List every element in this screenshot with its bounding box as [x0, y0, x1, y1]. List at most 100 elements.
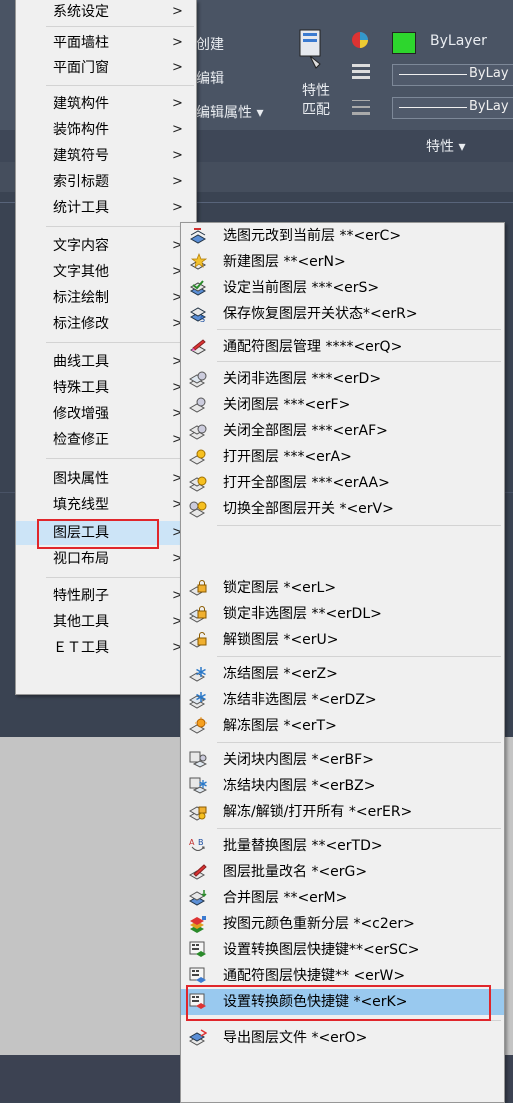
menu-item-label: 统计工具	[53, 200, 109, 216]
menu-item-index-title[interactable]: 索引标题 >	[16, 170, 196, 194]
layer-freeze-icon	[189, 667, 206, 682]
submenu-divider	[217, 329, 501, 330]
submenu-item-all-layers-on[interactable]: 打开全部图层 ***<erAA>	[181, 470, 504, 496]
submenu-item-label: 关闭全部图层 ***<erAF>	[223, 423, 388, 439]
submenu-item-layer-on[interactable]: 打开图层 ***<erA>	[181, 444, 504, 470]
chevron-right-icon: >	[172, 148, 183, 163]
layer-tools-submenu: 选图元改到当前层 **<erC> 新建图层 **<erN> 设定当前图层 ***…	[180, 222, 505, 1103]
submenu-item-label: 设置转换颜色快捷键 *<erK>	[223, 994, 408, 1010]
submenu-item-unlock-layer[interactable]: 解锁图层 *<erU>	[181, 627, 504, 653]
submenu-item-freeze-unselected-layers[interactable]: 冻结非选图层 *<erDZ>	[181, 687, 504, 713]
color-swatch[interactable]	[392, 32, 416, 54]
color-shortcut-icon	[189, 993, 206, 1009]
block-layer-off-icon	[189, 751, 207, 768]
submenu-item-thaw-layer[interactable]: 解冻图层 *<erT>	[181, 713, 504, 739]
submenu-divider	[217, 525, 501, 526]
submenu-item-layer-off[interactable]: 关闭图层 ***<erF>	[181, 392, 504, 418]
submenu-item-toggle-all-layers[interactable]: 切换全部图层开关 *<erV>	[181, 496, 504, 522]
layer-off-all-icon	[189, 424, 207, 440]
menu-item-system-settings[interactable]: 系统设定 >	[16, 0, 196, 24]
ribbon-properties-panel-title[interactable]: 特性 ▾	[426, 136, 465, 156]
chevron-right-icon: >	[172, 35, 183, 50]
new-layer-icon	[189, 253, 207, 270]
menu-item-dimension-draw[interactable]: 标注绘制 >	[16, 286, 196, 310]
submenu-item-set-current-layer[interactable]: 设定当前图层 ***<erS>	[181, 275, 504, 301]
submenu-item-move-to-current-layer[interactable]: 选图元改到当前层 **<erC>	[181, 223, 504, 249]
menu-item-property-brush[interactable]: 特性刷子 >	[16, 584, 196, 608]
menu-item-check-fix[interactable]: 检查修正 >	[16, 428, 196, 452]
submenu-item-off-unselected-layers[interactable]: 关闭非选图层 ***<erD>	[181, 366, 504, 392]
svg-text:B: B	[198, 838, 204, 847]
chevron-right-icon: >	[172, 96, 183, 111]
menu-divider	[46, 577, 194, 578]
menu-item-other-tools[interactable]: 其他工具 >	[16, 610, 196, 634]
submenu-item-label: 打开图层 ***<erA>	[223, 449, 352, 465]
menu-item-modify-enhance[interactable]: 修改增强 >	[16, 402, 196, 426]
menu-item-text-other[interactable]: 文字其他 >	[16, 260, 196, 284]
menu-divider	[46, 226, 194, 227]
menu-item-hatch-linetype[interactable]: 填充线型 >	[16, 493, 196, 517]
submenu-item-batch-rename-layer[interactable]: 图层批量改名 *<erG>	[181, 859, 504, 885]
submenu-item-layer-shortcut[interactable]: 设置转换图层快捷键**<erSC>	[181, 937, 504, 963]
menu-item-layer-tools[interactable]: 图层工具 >	[16, 521, 196, 545]
submenu-item-batch-replace-layer[interactable]: AB 批量替换图层 **<erTD>	[181, 833, 504, 859]
menu-item-wall-column[interactable]: 平面墙柱 >	[16, 31, 196, 55]
menu-item-label: 其他工具	[53, 614, 109, 630]
ribbon-edit[interactable]: 编辑	[196, 68, 224, 88]
submenu-item-new-layer[interactable]: 新建图层 **<erN>	[181, 249, 504, 275]
menu-item-block-attributes[interactable]: 图块属性 >	[16, 467, 196, 491]
submenu-divider	[217, 1020, 501, 1021]
submenu-item-freeze-layer[interactable]: 冻结图层 *<erZ>	[181, 661, 504, 687]
svg-text:A: A	[189, 838, 195, 847]
submenu-item-wildcard-layer-manager[interactable]: 通配符图层管理 ****<erQ>	[181, 334, 504, 360]
ribbon-properties[interactable]: 特性	[302, 80, 330, 100]
lineweight-dropdown[interactable]: ByLay	[392, 97, 513, 119]
submenu-item-thaw-unlock-on-all[interactable]: 解冻/解锁/打开所有 *<erER>	[181, 799, 504, 825]
submenu-item-off-block-layers[interactable]: 关闭块内图层 *<erBF>	[181, 747, 504, 773]
match-properties-icon[interactable]	[298, 28, 328, 72]
submenu-item-wildcard-shortcut[interactable]: 通配符图层快捷键** <erW>	[181, 963, 504, 989]
layer-lock-others-icon	[189, 606, 207, 623]
submenu-item-export-layer-file[interactable]: 导出图层文件 *<erO>	[181, 1025, 504, 1051]
submenu-item-label: 导出图层文件 *<erO>	[223, 1030, 368, 1046]
menu-item-text-content[interactable]: 文字内容 >	[16, 234, 196, 258]
submenu-item-merge-layer[interactable]: 合并图层 **<erM>	[181, 885, 504, 911]
menu-item-decoration-component[interactable]: 装饰构件 >	[16, 118, 196, 142]
menu-item-statistics[interactable]: 统计工具 >	[16, 196, 196, 220]
ribbon-match[interactable]: 匹配	[302, 99, 330, 119]
ribbon-create[interactable]: 创建	[196, 34, 224, 54]
color-wheel-icon	[352, 32, 368, 48]
menu-item-special-tools[interactable]: 特殊工具 >	[16, 376, 196, 400]
submenu-item-lock-unselected-layers[interactable]: 锁定非选图层 **<erDL>	[181, 601, 504, 627]
ribbon-edit-attributes[interactable]: 编辑属性 ▾	[196, 102, 263, 122]
menu-item-door-window[interactable]: 平面门窗 >	[16, 56, 196, 80]
submenu-item-label: 切换全部图层开关 *<erV>	[223, 501, 394, 517]
menu-item-curve-tools[interactable]: 曲线工具 >	[16, 350, 196, 374]
layer-shortcut-icon	[189, 941, 206, 957]
layer-toggle-icon	[189, 501, 207, 518]
submenu-item-lock-layer[interactable]: 锁定图层 *<erL>	[181, 575, 504, 601]
menu-item-dimension-modify[interactable]: 标注修改 >	[16, 312, 196, 336]
menu-item-label: 装饰构件	[53, 122, 109, 138]
menu-item-building-symbol[interactable]: 建筑符号 >	[16, 144, 196, 168]
menu-divider	[46, 458, 194, 459]
linetype-dropdown[interactable]: ByLay	[392, 64, 513, 86]
export-layer-icon	[189, 1029, 207, 1046]
wildcard-shortcut-icon	[189, 967, 206, 983]
submenu-item-label: 按图元颜色重新分层 *<c2er>	[223, 916, 415, 932]
submenu-item-relayer-by-color[interactable]: 按图元颜色重新分层 *<c2er>	[181, 911, 504, 937]
submenu-item-color-shortcut[interactable]: 设置转换颜色快捷键 *<erK>	[181, 989, 504, 1015]
menu-item-label: 检查修正	[53, 432, 109, 448]
layer-off-icon	[189, 397, 206, 413]
submenu-item-freeze-block-layers[interactable]: 冻结块内图层 *<erBZ>	[181, 773, 504, 799]
submenu-item-save-layer-state[interactable]: S 保存恢复图层开关状态*<erR>	[181, 301, 504, 327]
menu-item-building-component[interactable]: 建筑构件 >	[16, 92, 196, 116]
menu-item-label: 修改增强	[53, 406, 109, 422]
chevron-right-icon: >	[172, 4, 183, 19]
wildcard-layer-icon	[189, 339, 207, 355]
submenu-item-all-layers-off[interactable]: 关闭全部图层 ***<erAF>	[181, 418, 504, 444]
menu-item-et-tools[interactable]: ＥＴ工具 >	[16, 636, 196, 660]
menu-item-viewport-layout[interactable]: 视口布局 >	[16, 547, 196, 571]
menu-divider	[46, 26, 194, 27]
color-bylayer[interactable]: ByLayer	[430, 33, 487, 49]
